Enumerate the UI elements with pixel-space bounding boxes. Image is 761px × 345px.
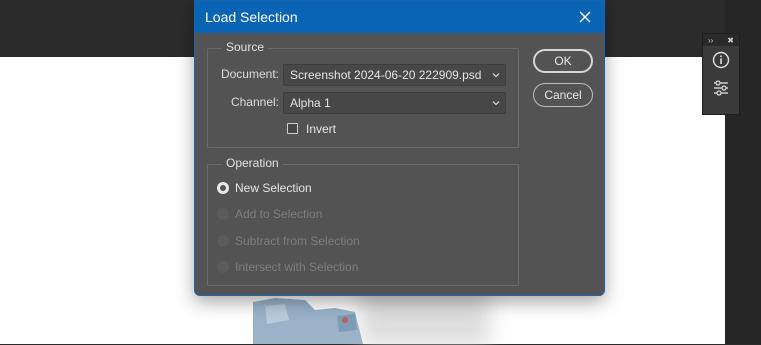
invert-label[interactable]: Invert: [306, 122, 336, 136]
load-selection-dialog: Load Selection Source Document: Screensh…: [194, 0, 605, 296]
cancel-button[interactable]: Cancel: [533, 83, 593, 107]
info-panel-button[interactable]: [703, 46, 739, 74]
subtract-from-selection-label[interactable]: Subtract from Selection: [235, 234, 360, 248]
channel-select-value: Alpha 1: [290, 96, 331, 110]
document-select-value: Screenshot 2024-06-20 222909.psd: [290, 68, 482, 82]
info-icon: [712, 51, 730, 69]
intersect-with-selection-radio[interactable]: [217, 261, 229, 273]
expand-icon[interactable]: ››: [708, 36, 713, 45]
dialog-title-bar[interactable]: Load Selection: [195, 1, 604, 33]
canvas-figure-image: [253, 298, 363, 344]
subtract-from-selection-radio[interactable]: [217, 235, 229, 247]
new-selection-radio[interactable]: [217, 182, 229, 194]
ok-button[interactable]: OK: [533, 49, 593, 73]
add-to-selection-label[interactable]: Add to Selection: [235, 207, 322, 221]
operation-legend: Operation: [222, 156, 283, 170]
panel-dock-header[interactable]: ›› ✖: [703, 34, 739, 46]
collapsed-panel-dock: ›› ✖: [702, 33, 740, 115]
adjustments-icon: [714, 80, 728, 96]
new-selection-label[interactable]: New Selection: [235, 181, 312, 195]
intersect-with-selection-label[interactable]: Intersect with Selection: [235, 260, 358, 274]
close-icon[interactable]: [576, 8, 594, 26]
channel-label: Channel:: [230, 95, 279, 109]
document-select[interactable]: Screenshot 2024-06-20 222909.psd: [283, 64, 506, 86]
close-icon[interactable]: ✖: [727, 36, 734, 45]
invert-checkbox[interactable]: [287, 123, 298, 134]
channel-select[interactable]: Alpha 1: [283, 92, 506, 114]
document-label: Document:: [220, 67, 279, 81]
source-legend: Source: [222, 40, 269, 54]
add-to-selection-radio[interactable]: [217, 208, 229, 220]
adjustments-panel-button[interactable]: [703, 74, 739, 102]
dialog-title: Load Selection: [205, 9, 298, 25]
chevron-down-icon: [492, 73, 500, 78]
chevron-down-icon: [492, 101, 500, 106]
